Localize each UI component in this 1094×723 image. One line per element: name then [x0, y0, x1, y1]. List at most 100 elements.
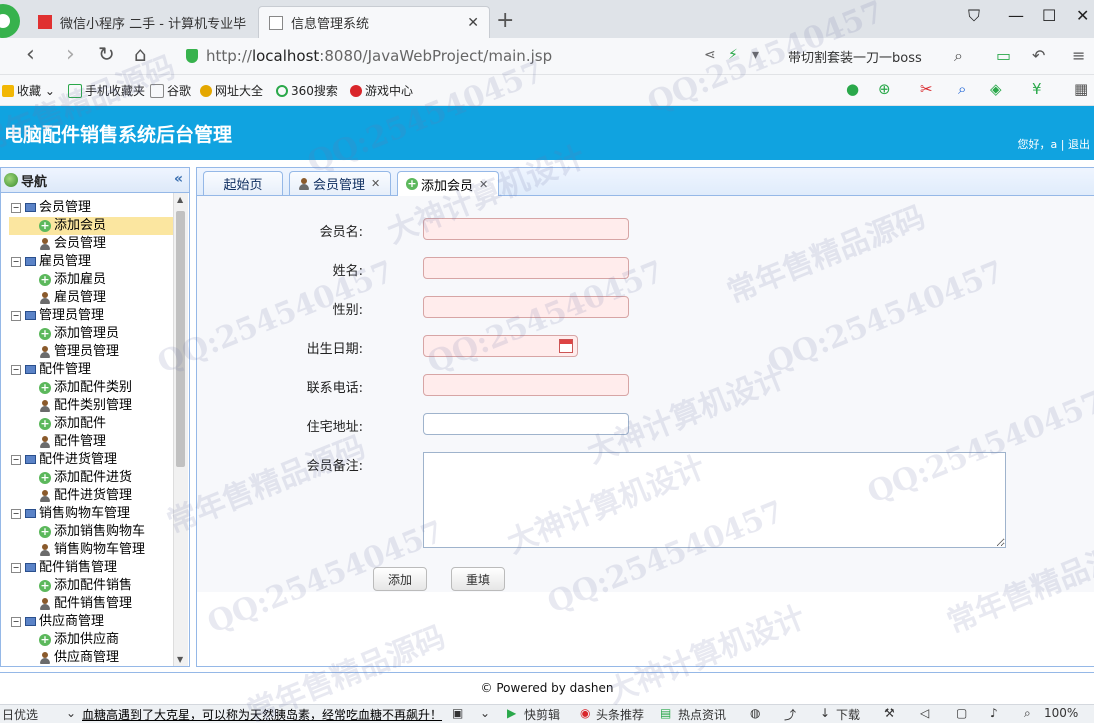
tree-item[interactable]: 配件类别管理: [1, 397, 175, 415]
sidebar-scrollbar[interactable]: ▲ ▼: [173, 193, 188, 666]
memo-textarea[interactable]: [423, 452, 1006, 548]
collapse-toggle-icon[interactable]: −: [11, 310, 21, 321]
bookmark-google[interactable]: 谷歌: [150, 82, 191, 99]
bookmark-favorites[interactable]: 收藏 ⌄: [2, 82, 55, 99]
close-tab-icon[interactable]: ✕: [467, 15, 479, 31]
accelerate-icon[interactable]: ⤴: [784, 706, 796, 723]
bell-icon[interactable]: ♪: [990, 706, 998, 720]
status-download[interactable]: 下载: [836, 706, 860, 723]
address-input[interactable]: [423, 413, 629, 435]
zoom-icon[interactable]: ⌕: [1024, 706, 1031, 721]
tree-group[interactable]: − 会员管理: [1, 199, 175, 217]
birthday-input[interactable]: [423, 335, 578, 357]
close-tab-icon[interactable]: ✕: [371, 177, 380, 190]
browser-tab-wechat[interactable]: 微信小程序 二手 - 计算机专业毕: [28, 6, 256, 38]
undo-icon[interactable]: ↶: [1032, 46, 1045, 65]
collapse-toggle-icon[interactable]: −: [11, 616, 21, 627]
member-name-input[interactable]: [423, 218, 629, 240]
tree-item[interactable]: 配件销售管理: [1, 595, 175, 613]
browser-tab-active[interactable]: 信息管理系统 ✕: [258, 6, 490, 38]
translate-ext-icon[interactable]: ⊕: [878, 80, 891, 98]
url-input[interactable]: http://localhost:8080/JavaWebProject/mai…: [186, 43, 692, 69]
collapse-toggle-icon[interactable]: −: [11, 256, 21, 267]
lightning-icon[interactable]: ⚡: [728, 47, 738, 63]
collapse-toggle-icon[interactable]: −: [11, 202, 21, 213]
share-icon[interactable]: ⋖: [704, 47, 716, 63]
close-tab-icon[interactable]: ✕: [479, 178, 488, 191]
maximize-button[interactable]: ☐: [1042, 6, 1056, 25]
tree-item[interactable]: + 添加供应商: [1, 631, 175, 649]
tree-item[interactable]: 供应商管理: [1, 649, 175, 666]
refresh-button[interactable]: ↻: [98, 42, 115, 66]
status-chevron-icon[interactable]: ⌄: [480, 706, 490, 720]
tree-group[interactable]: − 配件销售管理: [1, 559, 175, 577]
wechat-ext-icon[interactable]: ●: [846, 80, 859, 98]
add-button[interactable]: 添加: [373, 567, 427, 591]
back-button[interactable]: ‹: [26, 42, 35, 67]
phone-input[interactable]: [423, 374, 629, 396]
scroll-down-icon[interactable]: ▼: [177, 655, 183, 664]
scroll-up-icon[interactable]: ▲: [177, 195, 183, 204]
collapse-toggle-icon[interactable]: −: [11, 454, 21, 465]
collapse-sidebar-icon[interactable]: «: [174, 171, 183, 187]
minimize-button[interactable]: —: [1008, 6, 1024, 25]
tab-add-member[interactable]: + 添加会员 ✕: [397, 171, 499, 196]
dropdown-chevron-icon[interactable]: ▾: [752, 47, 759, 63]
reset-button[interactable]: 重填: [451, 567, 505, 591]
news-link[interactable]: 血糖高遇到了大克星，可以称为天然胰岛素，经常吃血糖不再飙升！: [82, 706, 442, 723]
scissors-ext-icon[interactable]: ✂: [920, 80, 933, 98]
tree-item[interactable]: + 添加销售购物车: [1, 523, 175, 541]
tree-group[interactable]: − 供应商管理: [1, 613, 175, 631]
search-suggestion[interactable]: 带切割套装一刀一boss: [788, 47, 922, 66]
tree-item[interactable]: 会员管理: [1, 235, 175, 253]
logout-link[interactable]: 退出: [1068, 138, 1090, 151]
tab-member-manage[interactable]: 会员管理 ✕: [289, 171, 391, 195]
tree-item[interactable]: 配件管理: [1, 433, 175, 451]
bookmark-360search[interactable]: 360搜索: [276, 82, 338, 99]
status-left-label[interactable]: 日优选: [2, 706, 38, 723]
tree-item[interactable]: 配件进货管理: [1, 487, 175, 505]
tree-item[interactable]: 管理员管理: [1, 343, 175, 361]
bookmark-games[interactable]: 游戏中心: [350, 82, 413, 99]
status-headline[interactable]: 头条推荐: [596, 706, 644, 723]
tools-icon[interactable]: ⚒: [884, 706, 895, 720]
yen-ext-icon[interactable]: ¥: [1032, 80, 1042, 98]
speaker-icon[interactable]: ◁: [920, 706, 929, 720]
status-chevron-icon[interactable]: ⌄: [66, 706, 76, 720]
shield-status-icon[interactable]: ◍: [750, 706, 760, 720]
magnifier-ext-icon[interactable]: ⌕: [958, 80, 966, 98]
apps-grid-icon[interactable]: ▦: [1074, 80, 1088, 98]
zoom-level[interactable]: 100%: [1044, 706, 1078, 720]
collapse-toggle-icon[interactable]: −: [11, 364, 21, 375]
menu-icon[interactable]: ≡: [1072, 46, 1085, 65]
status-clip[interactable]: 快剪辑: [524, 706, 560, 723]
tree-group[interactable]: − 配件管理: [1, 361, 175, 379]
bookmark-navsite[interactable]: 网址大全: [200, 82, 263, 99]
gamepad-ext-icon[interactable]: ◈: [990, 80, 1002, 98]
status-hotnews[interactable]: 热点资讯: [678, 706, 726, 723]
bookmark-mobile[interactable]: 手机收藏夹: [68, 82, 145, 99]
tree-group[interactable]: − 管理员管理: [1, 307, 175, 325]
tree-item[interactable]: 雇员管理: [1, 289, 175, 307]
new-tab-button[interactable]: +: [496, 8, 514, 33]
tree-item[interactable]: + 添加配件进货: [1, 469, 175, 487]
tree-item[interactable]: + 添加雇员: [1, 271, 175, 289]
calendar-icon[interactable]: [559, 339, 573, 353]
tree-item[interactable]: + 添加管理员: [1, 325, 175, 343]
window-icon[interactable]: ▣: [452, 706, 463, 720]
real-name-input[interactable]: [423, 257, 629, 279]
collapse-toggle-icon[interactable]: −: [11, 562, 21, 573]
tree-group[interactable]: − 配件进货管理: [1, 451, 175, 469]
close-window-button[interactable]: ✕: [1076, 6, 1089, 25]
tree-item[interactable]: + 添加配件销售: [1, 577, 175, 595]
pin-icon[interactable]: ⛉: [968, 6, 980, 26]
scrollbar-thumb[interactable]: [176, 211, 185, 467]
tree-group[interactable]: − 雇员管理: [1, 253, 175, 271]
gender-input[interactable]: [423, 296, 629, 318]
tree-item[interactable]: 销售购物车管理: [1, 541, 175, 559]
collapse-toggle-icon[interactable]: −: [11, 508, 21, 519]
forward-button[interactable]: ›: [66, 42, 75, 67]
tree-group[interactable]: − 销售购物车管理: [1, 505, 175, 523]
tree-item[interactable]: + 添加配件类别: [1, 379, 175, 397]
home-button[interactable]: ⌂: [134, 42, 147, 66]
